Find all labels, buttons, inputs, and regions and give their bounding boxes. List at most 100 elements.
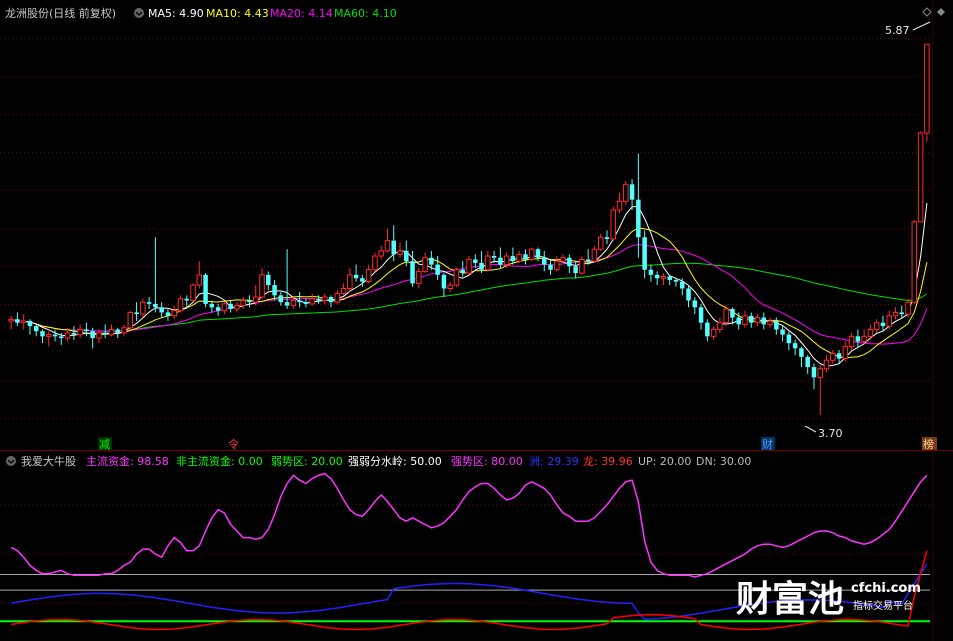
candle-body xyxy=(328,297,334,303)
candlestick-series[interactable] xyxy=(8,43,930,415)
candle xyxy=(573,261,578,279)
panel-expand-icon[interactable] xyxy=(937,8,945,16)
candle-body xyxy=(46,334,52,337)
main-flow-line xyxy=(10,472,928,578)
candle xyxy=(121,324,127,337)
candle-body xyxy=(491,256,497,258)
indicator-nonmain-flow: 非主流资金: 0.00 xyxy=(176,454,263,468)
candle-body xyxy=(823,359,830,370)
candle-body xyxy=(867,329,874,337)
candle xyxy=(177,295,184,313)
panel-collapse-icon[interactable] xyxy=(922,7,932,17)
candle xyxy=(321,293,328,304)
candle-body xyxy=(340,288,347,295)
candle-body xyxy=(485,255,491,271)
candle xyxy=(811,363,817,390)
candle xyxy=(723,305,729,327)
candle-body xyxy=(84,329,89,332)
indicator-zhou: 洲: 29.39 xyxy=(529,455,579,468)
candle-body xyxy=(629,184,635,200)
candle xyxy=(805,355,810,374)
candle-body xyxy=(597,236,604,250)
candle xyxy=(648,264,654,282)
candle-body xyxy=(397,250,403,255)
stock-chart[interactable]: 龙洲股份(日线 前复权) MA5: 4.90 MA10: 4.43 MA20: … xyxy=(0,0,953,641)
candle xyxy=(705,319,710,342)
ma10-label: MA10: 4.43 xyxy=(206,7,269,20)
candle-body xyxy=(567,257,572,267)
candle-body xyxy=(774,320,779,330)
candle-body xyxy=(542,257,547,265)
candle-body xyxy=(573,266,578,274)
candle xyxy=(698,303,704,330)
candle-body xyxy=(221,303,228,312)
candle-body xyxy=(353,274,359,279)
candle xyxy=(441,273,447,298)
candle-body xyxy=(360,278,365,282)
indicator-divide: 强弱分水岭: 50.00 xyxy=(348,454,442,468)
candle-body xyxy=(855,336,861,342)
candle-body xyxy=(754,317,761,324)
candle-body xyxy=(272,285,277,296)
candle-body xyxy=(290,299,297,307)
price-panel-title: 龙洲股份(日线 前复权) xyxy=(5,6,116,20)
candle-body xyxy=(892,311,899,317)
candle xyxy=(259,268,265,299)
candle xyxy=(221,302,228,315)
watermark-tagline: 指标交易平台 xyxy=(853,599,913,612)
candle-body xyxy=(171,310,177,317)
ma10-line xyxy=(36,227,928,359)
candle xyxy=(623,180,629,205)
candle-body xyxy=(52,334,58,337)
candle xyxy=(830,350,836,364)
candle xyxy=(146,297,152,309)
candle-body xyxy=(59,336,64,339)
candle-body xyxy=(40,331,45,337)
marker-jian: 减 xyxy=(98,437,112,451)
candle-body xyxy=(503,255,510,266)
candle-body xyxy=(372,255,378,271)
candle-body xyxy=(153,303,158,308)
candle xyxy=(686,285,691,308)
candle xyxy=(234,302,240,313)
candle xyxy=(435,256,440,280)
candle-body xyxy=(899,312,905,315)
candle xyxy=(823,355,830,373)
candle-body xyxy=(528,248,535,260)
candle xyxy=(548,259,553,275)
candle-body xyxy=(247,300,252,303)
price-panel-menu-icon[interactable] xyxy=(134,8,144,18)
candle-body xyxy=(278,295,284,303)
candle xyxy=(485,250,491,272)
candle-body xyxy=(422,257,428,272)
candle xyxy=(140,298,146,318)
candle xyxy=(523,249,528,265)
candle xyxy=(554,256,560,272)
candle-body xyxy=(77,329,83,336)
candle-body xyxy=(447,284,453,290)
candle xyxy=(886,310,892,330)
candle-body xyxy=(830,352,836,361)
candle-body xyxy=(761,317,767,325)
candle-body xyxy=(177,298,184,312)
candle-body xyxy=(848,335,855,348)
candle xyxy=(171,305,177,320)
candle xyxy=(353,264,359,282)
candle xyxy=(597,233,604,251)
ma5-label: MA5: 4.90 xyxy=(148,7,204,20)
candle-body xyxy=(416,270,422,284)
candle-body xyxy=(836,353,842,359)
candle xyxy=(873,319,880,333)
indicator-panel-menu-icon[interactable] xyxy=(6,456,16,466)
candle-body xyxy=(252,296,259,303)
marker-ling-label: 令 xyxy=(228,437,239,451)
candle xyxy=(542,250,547,272)
candle-body xyxy=(786,334,792,344)
marker-ling: 令 xyxy=(228,437,239,451)
candle-body xyxy=(560,257,566,262)
candle xyxy=(447,281,453,292)
candle-body xyxy=(873,322,880,330)
candle-body xyxy=(115,329,121,333)
candle-body xyxy=(165,312,171,316)
candle-body xyxy=(365,269,372,283)
